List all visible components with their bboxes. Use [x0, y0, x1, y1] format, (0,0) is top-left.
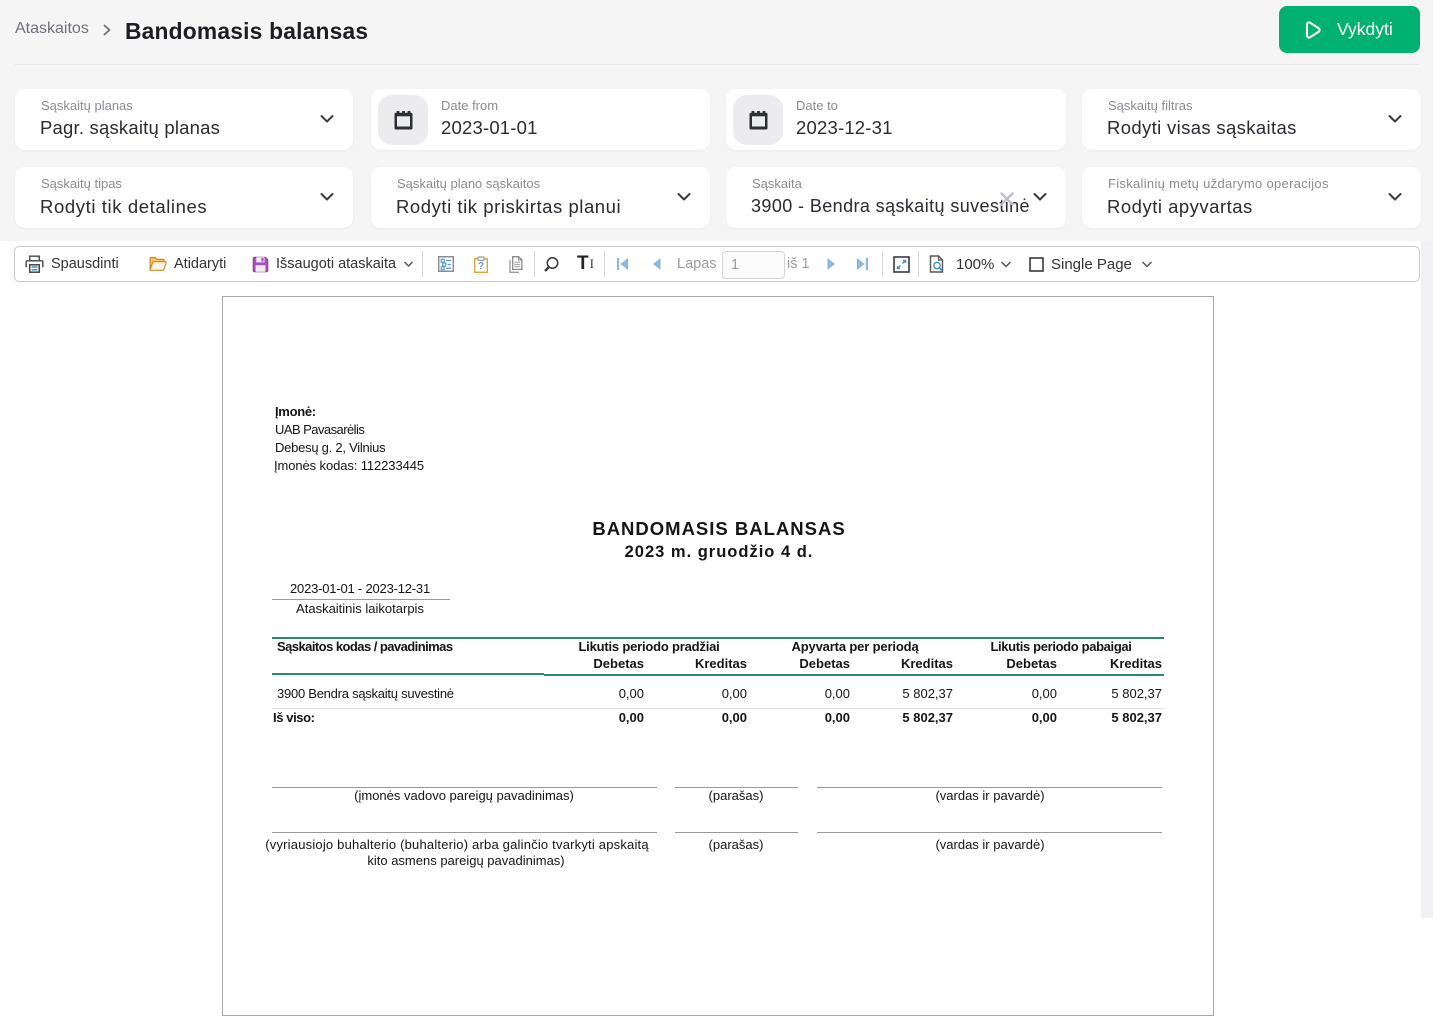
- svg-text:?: ?: [478, 261, 484, 272]
